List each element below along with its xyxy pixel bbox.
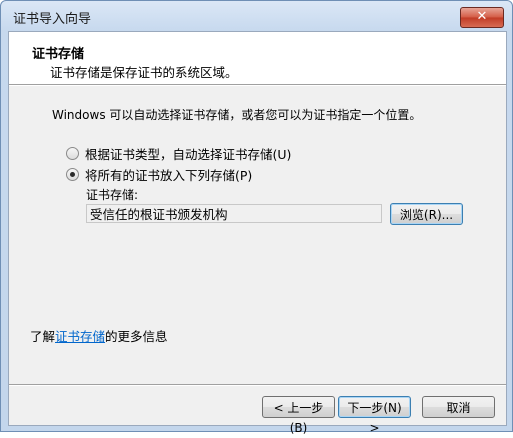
intro-text: Windows 可以自动选择证书存储，或者您可以为证书指定一个位置。 bbox=[52, 108, 422, 122]
cancel-button[interactable]: 取消 bbox=[422, 396, 495, 418]
close-button[interactable]: ✕ bbox=[460, 7, 504, 28]
store-label: 证书存储: bbox=[86, 188, 139, 202]
radio-place-all-label[interactable]: 将所有的证书放入下列存储(P) bbox=[85, 165, 252, 184]
radio-auto-select-label[interactable]: 根据证书类型，自动选择证书存储(U) bbox=[85, 144, 291, 163]
header-divider bbox=[9, 84, 506, 86]
radio-button[interactable] bbox=[66, 147, 79, 160]
more-info-suffix: 的更多信息 bbox=[105, 329, 168, 344]
wizard-body: 证书存储 证书存储是保存证书的系统区域。 Windows 可以自动选择证书存储，… bbox=[8, 31, 507, 435]
more-info-text: 了解证书存储的更多信息 bbox=[30, 326, 168, 345]
next-button[interactable]: 下一步(N) > bbox=[338, 396, 411, 435]
title-bar[interactable]: 证书导入向导 ✕ bbox=[1, 1, 512, 31]
window-title: 证书导入向导 bbox=[13, 12, 92, 27]
wizard-window: 证书导入向导 ✕ 证书存储 证书存储是保存证书的系统区域。 Windows 可以… bbox=[0, 0, 513, 435]
footer-divider bbox=[9, 384, 506, 386]
wizard-header: 证书存储 证书存储是保存证书的系统区域。 bbox=[9, 32, 506, 84]
back-button[interactable]: < 上一步(B) bbox=[262, 396, 335, 435]
radio-button-checked[interactable] bbox=[66, 168, 79, 181]
page-subtitle: 证书存储是保存证书的系统区域。 bbox=[50, 65, 238, 80]
store-field: 受信任的根证书颁发机构 bbox=[86, 204, 382, 223]
more-info-prefix: 了解 bbox=[30, 329, 56, 344]
radio-auto-select[interactable]: 根据证书类型，自动选择证书存储(U) bbox=[66, 144, 291, 163]
radio-place-all[interactable]: 将所有的证书放入下列存储(P) bbox=[66, 165, 252, 184]
page-title: 证书存储 bbox=[32, 47, 85, 62]
store-help-link[interactable]: 证书存储 bbox=[55, 329, 105, 344]
browse-button[interactable]: 浏览(R)... bbox=[390, 203, 463, 225]
close-icon: ✕ bbox=[476, 9, 488, 24]
